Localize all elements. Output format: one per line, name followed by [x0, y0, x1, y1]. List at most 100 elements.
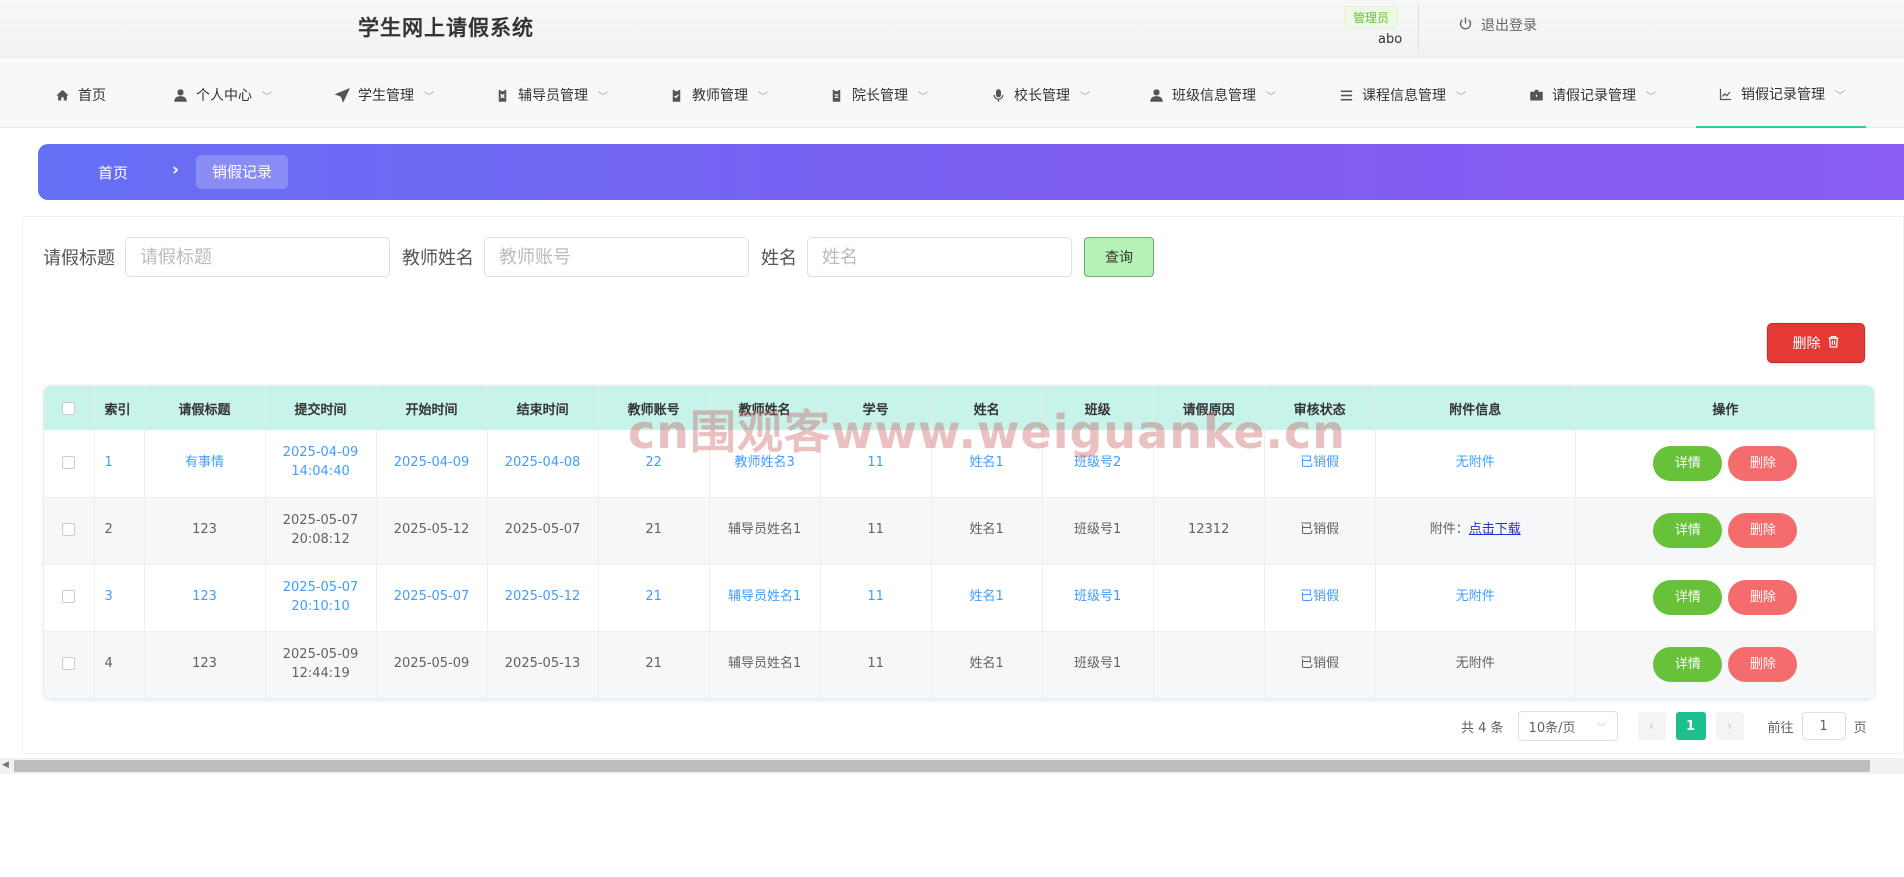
submit-date: 2025-05-09: [282, 646, 359, 662]
cell-start: 2025-05-07: [376, 564, 488, 632]
row-delete-button[interactable]: 删除: [1728, 647, 1798, 682]
detail-button[interactable]: 详情: [1653, 647, 1723, 682]
scroll-left-arrow-icon[interactable]: ◀: [2, 760, 9, 770]
search-form: 请假标题 教师姓名 姓名 查询: [43, 237, 1154, 277]
cell-actions: 详情 删除: [1575, 631, 1874, 699]
table-header-row: 索引 请假标题 提交时间 开始时间 结束时间 教师账号 教师姓名 学号 姓名 班…: [44, 386, 1874, 430]
page-size-value: 10条/页: [1528, 720, 1576, 736]
cell-class: 班级号2: [1042, 430, 1154, 498]
nav-item-deans[interactable]: 院长管理 ﹀: [828, 62, 928, 128]
name-search-input[interactable]: [807, 237, 1072, 277]
submit-clock: 20:08:12: [291, 531, 350, 547]
cell-class: 班级号1: [1042, 564, 1154, 632]
row-select-cell[interactable]: [44, 497, 95, 565]
trash-icon: [1827, 335, 1840, 352]
app-title: 学生网上请假系统: [358, 16, 534, 40]
home-icon: [54, 87, 70, 103]
query-button[interactable]: 查询: [1084, 237, 1154, 277]
nav-item-home[interactable]: 首页: [54, 62, 106, 128]
row-select-cell[interactable]: [44, 564, 95, 632]
clipboard-check-icon: [668, 87, 684, 103]
cell-actions: 详情 删除: [1575, 497, 1874, 565]
breadcrumb-current: 销假记录: [196, 155, 289, 189]
batch-delete-button[interactable]: 删除: [1767, 323, 1865, 363]
select-all-cell[interactable]: [44, 386, 95, 430]
chevron-down-icon: ﹀: [1266, 91, 1276, 103]
table-row[interactable]: 3 123 2025-05-07 20:10:10 2025-05-07 2025…: [44, 564, 1874, 632]
cell-attachment: 附件：点击下载: [1375, 497, 1576, 565]
content-panel: 请假标题 教师姓名 姓名 查询 删除 索引 请假标题: [22, 216, 1904, 754]
table-row[interactable]: 4 123 2025-05-09 12:44:19 2025-05-09 2025…: [44, 631, 1874, 699]
row-delete-button[interactable]: 删除: [1728, 513, 1798, 548]
nav-item-label: 学生管理: [358, 88, 414, 104]
detail-button[interactable]: 详情: [1653, 580, 1723, 615]
logout-button[interactable]: 退出登录: [1458, 14, 1537, 36]
nav-item-teachers[interactable]: 教师管理 ﹀: [668, 62, 768, 128]
detail-button[interactable]: 详情: [1653, 445, 1723, 481]
horizontal-scrollbar[interactable]: ◀: [0, 758, 1904, 774]
cell-class: 班级号1: [1042, 497, 1154, 565]
microphone-icon: [990, 87, 1006, 103]
nav-item-students[interactable]: 学生管理 ﹀: [334, 62, 434, 128]
nav-item-principals[interactable]: 校长管理 ﹀: [990, 62, 1090, 128]
scrollbar-thumb[interactable]: [14, 760, 1870, 772]
cell-start: 2025-05-12: [376, 497, 488, 565]
teacher-search-input[interactable]: [484, 237, 749, 277]
breadcrumb-home[interactable]: 首页: [98, 162, 128, 183]
cell-name: 姓名1: [931, 631, 1043, 699]
cell-actions: 详情 删除: [1575, 430, 1874, 498]
row-checkbox[interactable]: [62, 455, 76, 469]
chevron-down-icon: ﹀: [918, 91, 928, 103]
table-row[interactable]: 1 有事情 2025-04-09 14:04:40 2025-04-09 2025…: [44, 430, 1874, 498]
column-header: 操作: [1575, 386, 1874, 430]
cell-reason: 12312: [1153, 497, 1265, 565]
row-select-cell[interactable]: [44, 631, 95, 699]
detail-button[interactable]: 详情: [1653, 513, 1723, 548]
cell-class: 班级号1: [1042, 631, 1154, 699]
page-size-select[interactable]: 10条/页 ﹀: [1517, 711, 1618, 741]
chevron-down-icon: ﹀: [1080, 91, 1090, 103]
cell-attachment: 无附件: [1375, 430, 1576, 498]
cell-reason: [1153, 564, 1265, 632]
chevron-down-icon: ﹀: [424, 91, 434, 103]
nav-item-classes[interactable]: 班级信息管理 ﹀: [1148, 62, 1276, 128]
cell-start: 2025-05-09: [376, 631, 488, 699]
row-checkbox[interactable]: [62, 523, 76, 537]
cell-title: 123: [144, 497, 266, 565]
cell-status: 已销假: [1264, 497, 1376, 565]
next-page-button[interactable]: ›: [1715, 712, 1744, 740]
title-search-input[interactable]: [125, 237, 390, 277]
clipboard-x-icon: [494, 87, 510, 103]
row-checkbox[interactable]: [62, 590, 76, 604]
title-search-label: 请假标题: [43, 248, 115, 269]
nav-item-profile[interactable]: 个人中心 ﹀: [172, 62, 272, 128]
user-icon: [1148, 87, 1164, 103]
page-number-current[interactable]: 1: [1675, 712, 1706, 740]
row-delete-button[interactable]: 删除: [1728, 445, 1798, 481]
cell-start: 2025-04-09: [376, 430, 488, 498]
table-row[interactable]: 2 123 2025-05-07 20:08:12 2025-05-12 2025…: [44, 497, 1874, 565]
cell-status: 已销假: [1264, 564, 1376, 632]
column-header: 请假原因: [1153, 386, 1265, 430]
nav-item-counselors[interactable]: 辅导员管理 ﹀: [494, 62, 608, 128]
select-all-checkbox[interactable]: [62, 401, 76, 415]
cell-submit-time: 2025-04-09 14:04:40: [265, 430, 377, 498]
nav-item-label: 校长管理: [1014, 88, 1070, 104]
column-header: 姓名: [931, 386, 1043, 430]
row-select-cell[interactable]: [44, 430, 95, 498]
teacher-search-label: 教师姓名: [402, 248, 474, 269]
goto-page-input[interactable]: [1801, 712, 1846, 740]
nav-item-leave-records[interactable]: 请假记录管理 ﹀: [1528, 62, 1656, 128]
nav-item-courses[interactable]: 课程信息管理 ﹀: [1338, 62, 1466, 128]
download-link[interactable]: 点击下载: [1469, 522, 1521, 537]
chevron-left-icon: ‹: [1648, 718, 1655, 734]
row-delete-button[interactable]: 删除: [1728, 580, 1798, 615]
prev-page-button[interactable]: ‹: [1637, 712, 1666, 740]
row-checkbox[interactable]: [62, 657, 76, 671]
submit-clock: 12:44:19: [291, 665, 350, 681]
clipboard-icon: [828, 87, 844, 103]
column-header: 结束时间: [487, 386, 599, 430]
column-header: 教师账号: [598, 386, 710, 430]
chevron-down-icon: ﹀: [1596, 722, 1607, 734]
nav-item-cancel-records[interactable]: 销假记录管理 ﹀: [1696, 62, 1866, 128]
